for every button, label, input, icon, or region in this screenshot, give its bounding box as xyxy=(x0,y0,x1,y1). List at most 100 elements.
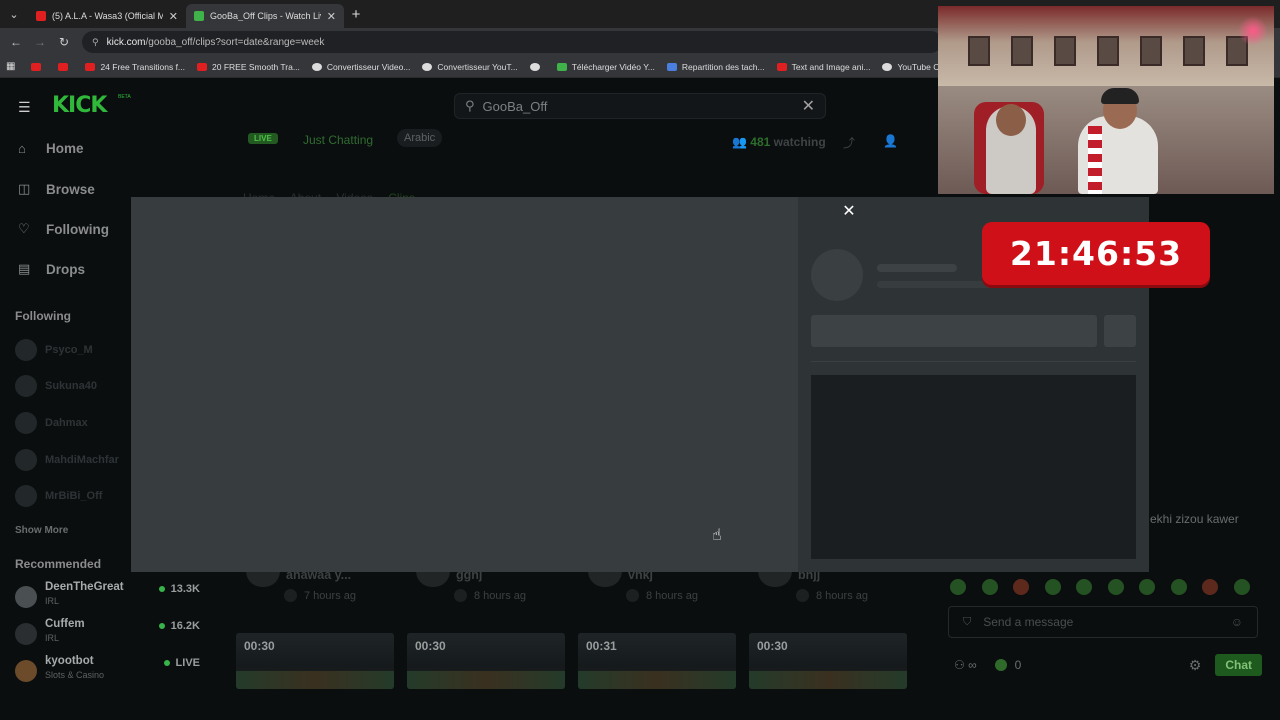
site-info-icon[interactable]: ⚲ xyxy=(92,37,99,48)
recommended-channel[interactable]: kyootbot Slots & Casino LIVE xyxy=(15,655,200,689)
jersey-frame xyxy=(1054,36,1076,66)
following-channel[interactable]: MrBiBi_Off xyxy=(15,485,102,507)
clip-time: 8 hours ag xyxy=(796,589,868,602)
bookmark-label: 20 FREE Smooth Tra... xyxy=(212,61,300,72)
clip-time: 8 hours ag xyxy=(454,589,526,602)
sidebar-item-browse[interactable]: ◫ Browse xyxy=(18,181,95,197)
bookmark-label: Convertisseur Video... xyxy=(326,61,411,72)
emote-icon[interactable] xyxy=(1139,579,1156,595)
hamburger-menu-icon[interactable]: ☰ xyxy=(18,99,34,116)
following-channel[interactable]: MahdiMachfar xyxy=(15,449,119,471)
live-badge: LIVE xyxy=(248,133,278,144)
chat-send-button[interactable]: Chat xyxy=(1215,654,1262,676)
clip-duration: 00:30 xyxy=(757,639,788,653)
chat-message-input[interactable]: ⛉ Send a message ☺ xyxy=(948,606,1258,638)
clip-thumbnail[interactable]: 00:30 xyxy=(236,633,394,689)
back-arrow-icon[interactable]: ← xyxy=(4,35,28,49)
clip-card-meta[interactable]: bhjj 8 hours ag xyxy=(750,568,910,611)
emote-bar xyxy=(950,579,1250,595)
clip-thumbnail[interactable]: 00:30 xyxy=(407,633,565,689)
apps-grid-icon[interactable]: ▦ xyxy=(6,61,15,72)
browser-tab-active[interactable]: GooBa_Off Clips - Watch Live o ✕ xyxy=(186,4,344,28)
clip-video-area[interactable] xyxy=(131,197,798,572)
following-channel[interactable]: Psyco_M xyxy=(15,339,93,361)
hand-cursor-icon: ☝ xyxy=(712,527,722,544)
emote-icon[interactable] xyxy=(1107,579,1124,595)
emote-icon[interactable] xyxy=(981,579,998,595)
share-icon[interactable]: ⤴ xyxy=(843,134,855,151)
chat-message: ekhi zizou kawer xyxy=(1150,512,1239,526)
clip-thumbnail[interactable]: 00:30 xyxy=(749,633,907,689)
stream-category[interactable]: Just Chatting xyxy=(303,133,373,147)
bookmark[interactable]: 20 FREE Smooth Tra... xyxy=(197,62,300,72)
gear-icon[interactable]: ⚙ xyxy=(1189,657,1202,674)
bookmark[interactable] xyxy=(58,62,73,71)
following-channel[interactable]: Sukuna40 xyxy=(15,375,97,397)
bookmark[interactable]: Repartition des tach... xyxy=(666,62,765,72)
emote-icon[interactable] xyxy=(1202,579,1219,595)
globe-icon xyxy=(529,62,540,71)
sidebar-item-label: Following xyxy=(46,221,109,237)
modal-close-icon[interactable]: ✕ xyxy=(841,204,857,220)
follow-user-icon[interactable]: 👤 xyxy=(883,134,898,148)
browser-tab[interactable]: (5) A.L.A - Wasa3 (Official Music ✕ xyxy=(28,4,186,28)
emoji-icon[interactable]: ☺ xyxy=(1231,615,1243,629)
users-infinity-icon[interactable]: ⚇ ∞ xyxy=(954,658,977,672)
new-tab-plus-icon[interactable]: + xyxy=(344,6,368,23)
emote-icon[interactable] xyxy=(1013,579,1030,595)
kick-coin-icon xyxy=(994,659,1007,671)
bookmark[interactable]: Télécharger Vidéo Y... xyxy=(556,62,655,72)
sidebar-item-drops[interactable]: ▤ Drops xyxy=(18,261,85,277)
bookmark[interactable]: Text and Image ani... xyxy=(776,62,870,72)
search-icon: ⚲ xyxy=(465,98,475,113)
clip-card-meta[interactable]: ahawaa y... 7 hours ag xyxy=(238,568,398,611)
clip-thumbnail[interactable]: 00:31 xyxy=(578,633,736,689)
address-bar[interactable]: ⚲ kick.com /gooba_off/clips?sort=date&ra… xyxy=(82,31,942,53)
live-dot-icon xyxy=(158,623,165,629)
tab-close-icon[interactable]: ✕ xyxy=(327,10,336,23)
avatar xyxy=(15,586,37,608)
clear-search-icon[interactable]: ✕ xyxy=(802,96,815,116)
channel-name: Cuffem xyxy=(45,618,85,630)
clip-duration: 00:31 xyxy=(586,639,617,653)
bookmark[interactable]: Convertisseur YouT... xyxy=(422,62,518,72)
channel-category: Slots & Casino xyxy=(45,670,105,680)
bookmark[interactable]: 24 Free Transitions f... xyxy=(85,62,185,72)
kick-points[interactable]: 0 xyxy=(994,658,1021,672)
channel-name: kyootbot xyxy=(45,655,94,667)
youtube-icon xyxy=(776,62,787,71)
clip-card-meta[interactable]: gghj 8 hours ag xyxy=(408,568,568,611)
emote-icon[interactable] xyxy=(1044,579,1061,595)
bookmark[interactable] xyxy=(529,62,545,71)
sidebar-item-following[interactable]: ♡ Following xyxy=(18,221,109,237)
kick-logo[interactable]: KICK xyxy=(52,93,107,118)
tab-title: (5) A.L.A - Wasa3 (Official Music xyxy=(52,11,163,21)
jersey-frame xyxy=(1097,36,1119,66)
sidebar-item-home[interactable]: ⌂ Home xyxy=(18,141,84,156)
youtube-favicon-icon xyxy=(36,11,46,21)
avatar xyxy=(758,571,792,587)
emote-icon[interactable] xyxy=(950,579,966,595)
forward-arrow-icon[interactable]: → xyxy=(28,35,52,49)
reload-icon[interactable]: ↻ xyxy=(52,35,76,49)
tab-close-icon[interactable]: ✕ xyxy=(169,10,178,23)
chat-input-placeholder: Send a message xyxy=(983,615,1074,629)
clip-card-meta[interactable]: vhkj 8 hours ag xyxy=(580,568,740,611)
bookmark[interactable]: Convertisseur Video... xyxy=(311,61,411,72)
clip-ago: 7 hours ag xyxy=(304,589,356,602)
tab-search-chevron-icon[interactable]: ⌄ xyxy=(0,0,28,28)
emote-icon[interactable] xyxy=(1076,579,1093,595)
home-icon: ⌂ xyxy=(18,141,26,156)
following-channel[interactable]: Dahmax xyxy=(15,412,88,434)
gift-icon: ▤ xyxy=(18,261,31,276)
webcam-frames xyxy=(968,36,1248,86)
show-more-link[interactable]: Show More xyxy=(15,525,68,536)
stream-tag[interactable]: Arabic xyxy=(397,129,443,147)
avatar xyxy=(15,623,37,645)
search-input[interactable]: ⚲ GooBa_Off ✕ xyxy=(454,93,826,119)
emote-icon[interactable] xyxy=(1170,579,1187,595)
emote-icon[interactable] xyxy=(1233,579,1250,595)
bookmark[interactable] xyxy=(31,62,46,71)
recommended-channel[interactable]: DeenTheGreat IRL 13.3K xyxy=(15,581,200,615)
recommended-channel[interactable]: Cuffem IRL 16.2K xyxy=(15,618,200,652)
